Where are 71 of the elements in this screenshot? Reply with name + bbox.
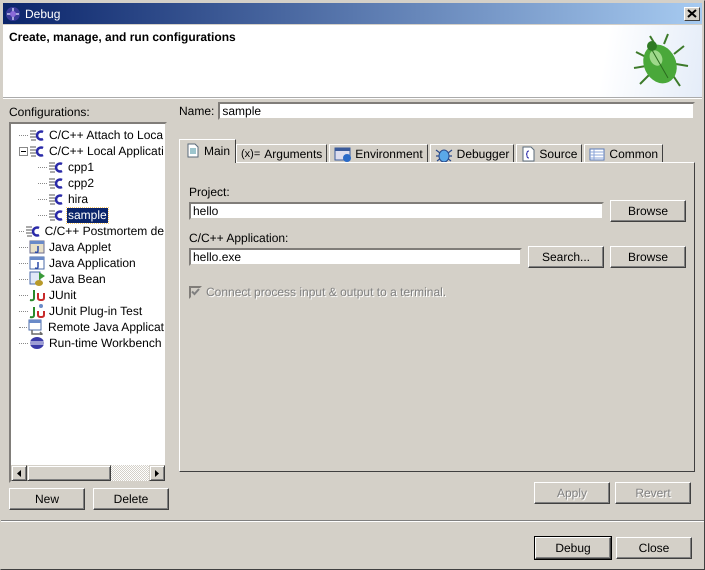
name-field[interactable]: sample (218, 102, 695, 120)
close-button[interactable] (684, 6, 700, 20)
tree-item[interactable]: Remote Java Applicat (46, 320, 165, 334)
c-config-icon (29, 127, 45, 143)
tab[interactable]: Main (179, 139, 236, 163)
tree-item[interactable]: C/C++ Local Applicati (48, 144, 165, 158)
tab[interactable]: (x)= Arguments (236, 144, 328, 163)
name-label: Name: (179, 104, 214, 118)
bean-icon (29, 271, 45, 287)
tab[interactable]: Common (584, 144, 664, 163)
junit-icon (29, 287, 45, 303)
remote-window-icon (28, 319, 44, 335)
tab-label: Debugger (456, 147, 510, 161)
tab[interactable]: Environment (329, 144, 428, 163)
c-config-icon (48, 207, 64, 223)
tab[interactable]: Source (516, 144, 582, 163)
tree-item[interactable]: Java Bean (48, 272, 107, 286)
tab-label: Arguments (264, 147, 322, 161)
project-field[interactable]: hello (189, 202, 604, 220)
c-config-icon (29, 143, 45, 159)
configurations-label: Configurations: (9, 105, 91, 119)
scroll-left-button[interactable] (11, 465, 27, 481)
tab-label: Common (609, 147, 658, 161)
tab-label: Source (539, 147, 578, 161)
tab-label: Main (204, 144, 230, 158)
tree-item[interactable]: hira (67, 192, 90, 206)
scrollbar-thumb[interactable] (27, 465, 111, 481)
tab[interactable]: Debugger (430, 144, 514, 163)
application-field[interactable]: hello.exe (189, 248, 522, 266)
collapse-toggle[interactable] (19, 146, 28, 156)
scroll-right-button[interactable] (149, 465, 165, 481)
junit-icon (29, 303, 45, 319)
tree-item[interactable]: Run-time Workbench (48, 336, 162, 350)
globe-icon (29, 335, 45, 351)
window-icon (334, 146, 352, 162)
left-arrow-icon (17, 470, 21, 476)
tree-item[interactable]: JUnit (48, 288, 78, 302)
tree-item[interactable]: sample (67, 208, 108, 222)
right-arrow-icon (155, 470, 159, 476)
new-button[interactable]: New (9, 488, 85, 510)
close-dialog-button[interactable]: Close (616, 537, 692, 559)
tree-item[interactable]: JUnit Plug-in Test (48, 304, 144, 318)
c-config-icon (24, 223, 41, 239)
application-label: C/C++ Application: (189, 231, 290, 245)
close-icon (687, 9, 697, 18)
c-config-icon (48, 159, 64, 175)
java-window-icon (29, 255, 45, 271)
tree-item[interactable]: Java Application (48, 256, 137, 270)
window-title: Debug (25, 6, 62, 20)
checkbox-label: Connect process input & output to a terminal. (206, 285, 446, 299)
tree-item[interactable]: C/C++ Attach to Loca (48, 128, 164, 142)
c-config-icon (48, 191, 64, 207)
debug-button[interactable]: Debug (535, 537, 611, 559)
check-icon (191, 288, 200, 296)
search-button[interactable]: Search... (528, 246, 604, 268)
document-icon (186, 143, 200, 158)
applet-icon (29, 239, 45, 255)
app-icon (5, 6, 21, 22)
tree-item[interactable]: Java Applet (48, 240, 112, 254)
project-label: Project: (189, 185, 231, 199)
variables-icon: (x)= (241, 148, 260, 160)
c-config-icon (48, 175, 64, 191)
tree-item[interactable]: cpp2 (67, 176, 96, 190)
tab-label: Environment (355, 147, 423, 161)
tree-item[interactable]: cpp1 (67, 160, 96, 174)
tree-item[interactable]: C/C++ Postmortem de (44, 224, 165, 238)
header-title: Create, manage, and run configurations (9, 30, 236, 46)
browse-button[interactable]: Browse (610, 246, 686, 268)
browse-button[interactable]: Browse (610, 200, 686, 222)
minus-icon (19, 146, 28, 156)
delete-button[interactable]: Delete (93, 488, 169, 510)
